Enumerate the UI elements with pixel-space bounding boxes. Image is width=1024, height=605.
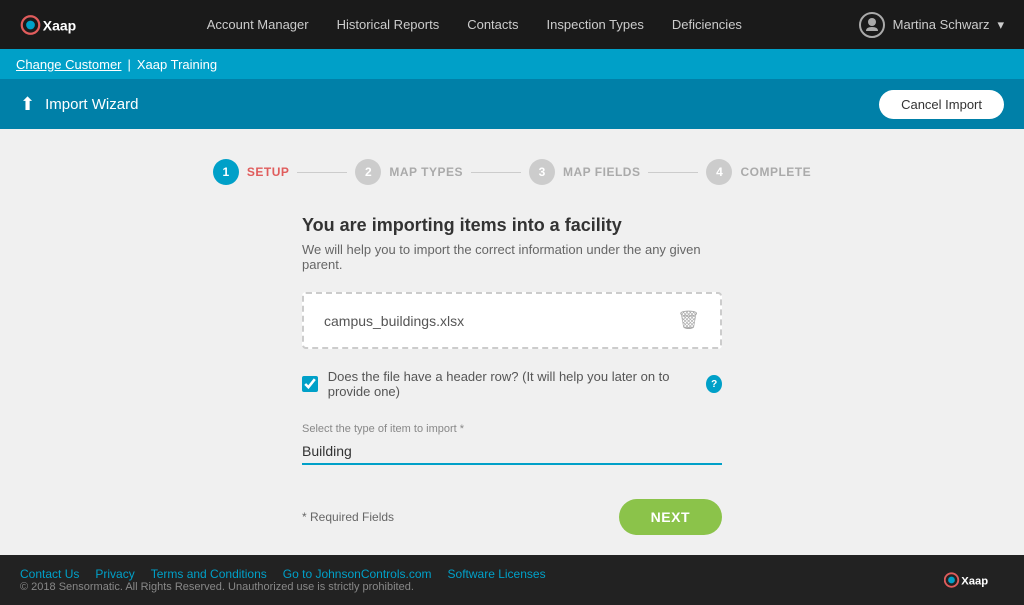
footer-licenses[interactable]: Software Licenses bbox=[448, 567, 546, 581]
step-1: 1 SETUP bbox=[213, 159, 290, 185]
form-footer-row: * Required Fields NEXT bbox=[302, 499, 722, 535]
breadcrumb-change-customer[interactable]: Change Customer bbox=[16, 57, 122, 72]
user-name: Martina Schwarz bbox=[893, 17, 990, 32]
step-4-circle: 4 bbox=[706, 159, 732, 185]
step-connector-2 bbox=[471, 172, 521, 173]
sub-header-left: ⬆ Import Wizard bbox=[20, 94, 138, 115]
nav-links: Account Manager Historical Reports Conta… bbox=[207, 17, 742, 32]
form-title: You are importing items into a facility bbox=[302, 215, 722, 236]
page-footer: Contact Us Privacy Terms and Conditions … bbox=[0, 555, 1024, 605]
form-subtitle: We will help you to import the correct i… bbox=[302, 242, 722, 272]
breadcrumb-separator: | bbox=[128, 57, 131, 72]
required-note: * Required Fields bbox=[302, 510, 394, 524]
step-3-label: MAP FIELDS bbox=[563, 165, 640, 179]
footer-contact[interactable]: Contact Us bbox=[20, 567, 79, 581]
user-area[interactable]: Martina Schwarz ▾ bbox=[859, 12, 1004, 38]
nav-historical-reports[interactable]: Historical Reports bbox=[337, 17, 440, 32]
step-2-label: MAP TYPES bbox=[389, 165, 463, 179]
step-1-circle: 1 bbox=[213, 159, 239, 185]
logo-area: Xaap bbox=[20, 10, 90, 40]
file-name: campus_buildings.xlsx bbox=[324, 313, 464, 329]
stepper: 1 SETUP 2 MAP TYPES 3 MAP FIELDS 4 COMPL… bbox=[213, 159, 811, 185]
step-2-circle: 2 bbox=[355, 159, 381, 185]
footer-privacy[interactable]: Privacy bbox=[95, 567, 134, 581]
item-type-input[interactable] bbox=[302, 439, 722, 465]
nav-deficiencies[interactable]: Deficiencies bbox=[672, 17, 742, 32]
user-chevron-icon: ▾ bbox=[997, 17, 1004, 33]
item-type-field: Select the type of item to import * bbox=[302, 423, 722, 465]
delete-file-icon[interactable]: 🗑 bbox=[677, 310, 700, 331]
logo-icon: Xaap bbox=[20, 10, 90, 40]
header-row-label: Does the file have a header row? (It wil… bbox=[328, 369, 693, 399]
sub-header-title: Import Wizard bbox=[45, 96, 138, 113]
form-outer: You are importing items into a facility … bbox=[302, 215, 722, 489]
footer-copyright: © 2018 Sensormatic. All Rights Reserved.… bbox=[20, 581, 546, 593]
step-3-circle: 3 bbox=[529, 159, 555, 185]
step-3: 3 MAP FIELDS bbox=[529, 159, 640, 185]
main-content: 1 SETUP 2 MAP TYPES 3 MAP FIELDS 4 COMPL… bbox=[0, 129, 1024, 555]
breadcrumb-bar: Change Customer | Xaap Training bbox=[0, 49, 1024, 79]
step-4: 4 COMPLETE bbox=[706, 159, 811, 185]
step-4-label: COMPLETE bbox=[740, 165, 811, 179]
breadcrumb-current: Xaap Training bbox=[137, 57, 217, 72]
next-button[interactable]: NEXT bbox=[619, 499, 722, 535]
footer-terms[interactable]: Terms and Conditions bbox=[151, 567, 267, 581]
nav-account-manager[interactable]: Account Manager bbox=[207, 17, 309, 32]
footer-johnson[interactable]: Go to JohnsonControls.com bbox=[283, 567, 432, 581]
footer-links: Contact Us Privacy Terms and Conditions … bbox=[20, 567, 546, 581]
step-connector-3 bbox=[648, 172, 698, 173]
cancel-import-button[interactable]: Cancel Import bbox=[879, 90, 1004, 119]
nav-contacts[interactable]: Contacts bbox=[467, 17, 518, 32]
footer-left: Contact Us Privacy Terms and Conditions … bbox=[20, 567, 546, 593]
footer-bottom: Contact Us Privacy Terms and Conditions … bbox=[20, 567, 1004, 593]
nav-inspection-types[interactable]: Inspection Types bbox=[547, 17, 644, 32]
header-row-checkbox-row: Does the file have a header row? (It wil… bbox=[302, 369, 722, 399]
user-avatar-icon bbox=[864, 17, 880, 33]
step-1-label: SETUP bbox=[247, 165, 290, 179]
footer-logo-icon: Xaap bbox=[944, 569, 1004, 591]
file-upload-box[interactable]: campus_buildings.xlsx 🗑 bbox=[302, 292, 722, 349]
svg-text:Xaap: Xaap bbox=[43, 17, 76, 33]
item-type-label: Select the type of item to import * bbox=[302, 423, 722, 435]
sub-header: ⬆ Import Wizard Cancel Import bbox=[0, 79, 1024, 129]
user-icon bbox=[859, 12, 885, 38]
top-nav: Xaap Account Manager Historical Reports … bbox=[0, 0, 1024, 49]
step-2: 2 MAP TYPES bbox=[355, 159, 463, 185]
info-icon[interactable]: ? bbox=[706, 375, 722, 393]
footer-logo: Xaap bbox=[944, 569, 1004, 591]
step-connector-1 bbox=[297, 172, 347, 173]
header-row-checkbox[interactable] bbox=[302, 375, 318, 393]
import-wizard-icon: ⬆ bbox=[20, 94, 35, 115]
svg-text:Xaap: Xaap bbox=[961, 576, 988, 588]
